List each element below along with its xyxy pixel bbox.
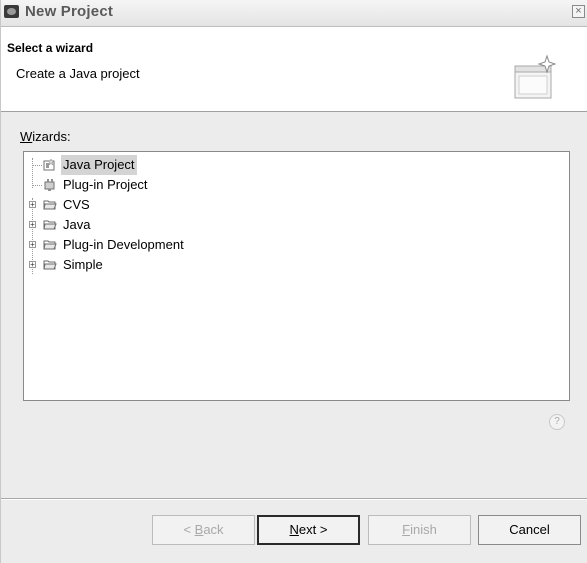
folder-icon [43,260,57,270]
title-bar[interactable]: New Project × [1,0,587,27]
tree-item-plugin-development[interactable]: + Plug-in Development [24,235,564,255]
plugin-project-icon [44,179,55,191]
back-button-text: ack [203,522,224,537]
finish-button[interactable]: Finish [368,515,471,545]
finish-button-mnemonic: F [402,522,411,537]
close-button[interactable]: × [572,5,585,18]
tree-item-label: Plug-in Development [63,237,184,252]
expand-icon[interactable]: + [29,201,36,209]
folder-icon [43,200,57,210]
wizards-label-text: izards: [32,129,71,144]
java-project-icon [43,158,55,171]
back-button-prefix: < [183,522,195,537]
button-bar-separator [1,498,587,500]
help-icon[interactable]: ? [549,414,565,430]
window-title: New Project [25,3,114,20]
tree-item-label: Java [63,217,91,232]
tree-connector [32,185,42,186]
tree-item-java-project[interactable]: Java Project [24,155,564,175]
banner-title: Select a wizard [7,41,94,55]
eclipse-icon [4,5,19,18]
finish-button-text: inish [410,522,437,537]
tree-item-label: Java Project [61,155,137,175]
wizards-label: Wizards: [20,129,71,144]
new-project-dialog: New Project × Select a wizard Create a J… [0,0,587,563]
tree-item-java[interactable]: + Java [24,215,564,235]
tree-item-simple[interactable]: + Simple [24,255,564,275]
next-button-text: ext > [298,522,328,537]
expand-icon[interactable]: + [29,221,36,229]
tree-item-label: Simple [63,257,103,272]
expand-icon[interactable]: + [29,241,36,249]
tree-item-label: CVS [63,197,90,212]
back-button[interactable]: < Back [152,515,255,545]
tree-item-cvs[interactable]: + CVS [24,195,564,215]
next-button[interactable]: Next > [257,515,360,545]
folder-icon [43,220,57,230]
tree-item-plugin-project[interactable]: Plug-in Project [24,175,564,195]
tree-connector [32,165,42,166]
wizards-label-mnemonic: W [20,129,33,144]
banner-description: Create a Java project [16,66,140,81]
wizard-banner-icon [514,54,557,99]
wizard-banner: Select a wizard Create a Java project [1,27,587,112]
next-button-mnemonic: N [289,522,299,537]
tree-item-label: Plug-in Project [63,177,148,192]
folder-icon [43,240,57,250]
expand-icon[interactable]: + [29,261,36,269]
cancel-button[interactable]: Cancel [478,515,581,545]
wizards-tree[interactable]: Java Project Plug-in Project + CVS + Jav… [23,151,570,401]
